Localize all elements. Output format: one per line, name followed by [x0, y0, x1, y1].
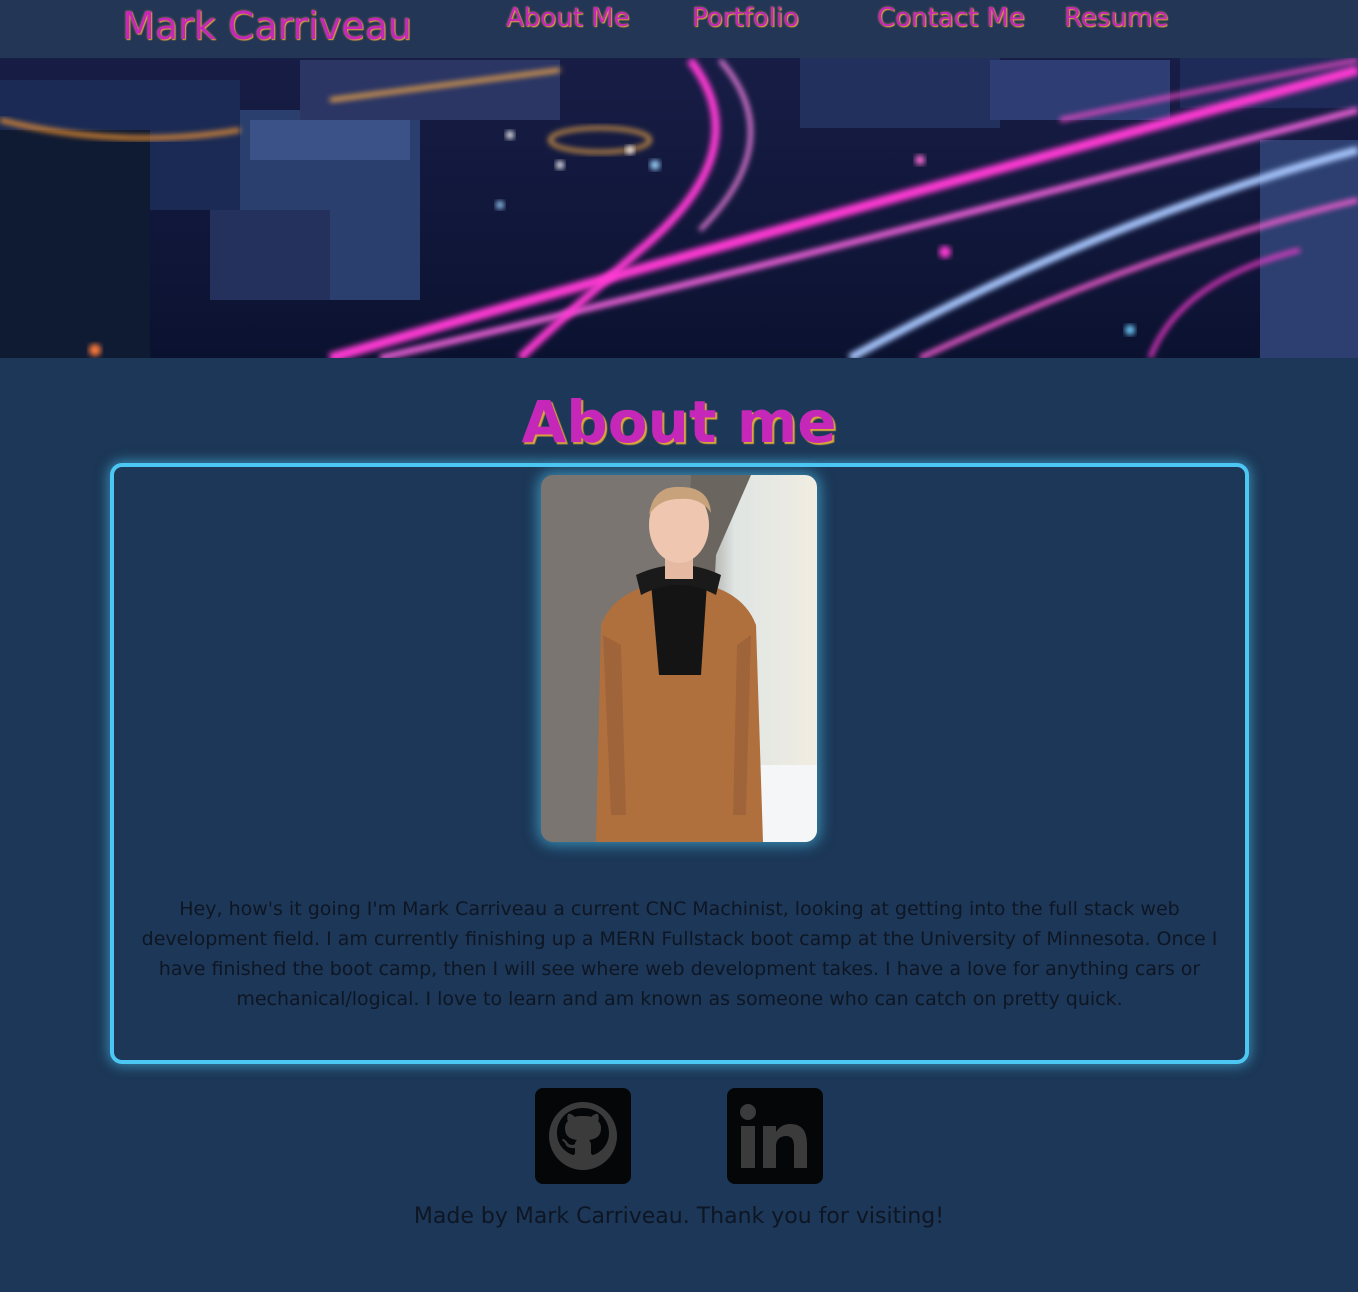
- linkedin-link[interactable]: [727, 1088, 823, 1184]
- hero-banner: Mark Carriveau About Me Portfolio Contac…: [0, 0, 1358, 358]
- github-icon: [549, 1102, 617, 1170]
- section-title: About me: [521, 388, 837, 456]
- profile-photo: [541, 475, 817, 842]
- nav-portfolio[interactable]: Portfolio: [692, 3, 799, 33]
- top-nav-bar: Mark Carriveau About Me Portfolio Contac…: [0, 0, 1358, 58]
- linkedin-icon: [740, 1104, 807, 1168]
- footer-text: Made by Mark Carriveau. Thank you for vi…: [413, 1204, 945, 1229]
- nav-about-me[interactable]: About Me: [506, 3, 630, 33]
- brand-name[interactable]: Mark Carriveau: [122, 4, 412, 48]
- github-link[interactable]: [535, 1088, 631, 1184]
- nav-contact-me[interactable]: Contact Me: [877, 3, 1025, 33]
- about-card: Hey, how's it going I'm Mark Carriveau a…: [110, 463, 1249, 1064]
- nav-resume[interactable]: Resume: [1064, 3, 1168, 33]
- about-bio: Hey, how's it going I'm Mark Carriveau a…: [141, 898, 1218, 1010]
